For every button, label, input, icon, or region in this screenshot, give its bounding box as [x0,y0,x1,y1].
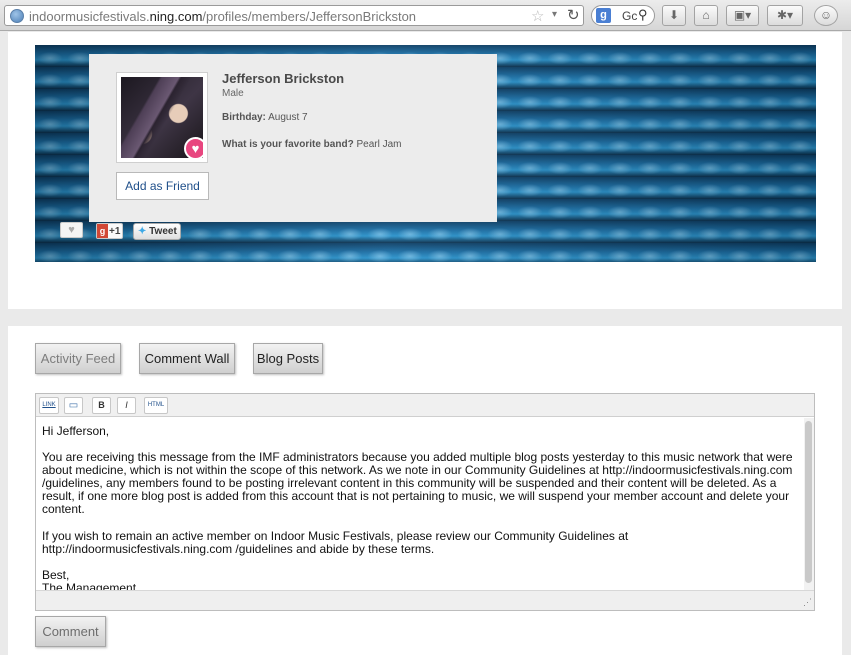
birthday-label: Birthday: [222,112,266,123]
avatar-image: ♥ [121,77,203,158]
tweet-button[interactable]: ✦ Tweet [133,223,181,240]
url-domain: ning.com [149,9,203,24]
link-button[interactable]: LINK [39,397,59,414]
closing-line-2: The Management [42,580,137,590]
globe-icon [10,9,24,23]
url-text[interactable]: indoormusicfestivals.ning.com/profiles/m… [29,9,416,24]
scrollbar[interactable] [804,418,814,590]
download-icon[interactable]: ⬇ [662,5,686,26]
birthday-value: August 7 [268,112,308,123]
profile-favorite-band: What is your favorite band? Pearl Jam [222,139,401,150]
search-input[interactable]: Gc [622,9,637,23]
bold-button[interactable]: B [92,397,111,414]
tweet-label: Tweet [149,226,177,237]
greeting-line: Hi Jefferson, [42,424,110,438]
editor-status-bar: ⋰ [36,590,814,610]
address-bar[interactable]: indoormusicfestivals.ning.com/profiles/m… [4,5,584,26]
message-paragraph-2: If you wish to remain an active member o… [42,528,629,556]
monkey-icon[interactable]: ☺ [814,5,838,26]
question-label: What is your favorite band? [222,139,354,150]
comment-panel: Activity Feed Comment Wall Blog Posts LI… [8,326,842,655]
url-prefix: indoormusicfestivals. [29,9,150,24]
editor-toolbar: LINK ▭ B I HTML [36,394,814,417]
screenshot-icon[interactable]: ▣▾ [726,5,759,26]
resize-grip-icon[interactable]: ⋰ [803,597,812,608]
profile-name: Jefferson Brickston [222,71,345,86]
star-icon[interactable]: ☆ [531,7,544,25]
browser-toolbar: indoormusicfestivals.ning.com/profiles/m… [0,0,851,31]
chevron-down-icon[interactable]: ▾ [552,9,557,20]
scrollbar-thumb[interactable] [805,421,812,583]
profile-birthday: Birthday: August 7 [222,112,308,123]
gplus-button[interactable]: g +1 [96,223,123,239]
like-button[interactable]: ♥ [60,222,83,238]
tab-blog-posts[interactable]: Blog Posts [253,343,323,374]
message-paragraph-1: You are receiving this message from the … [42,450,793,517]
closing-line-1: Best, [42,567,70,582]
comment-textarea[interactable]: Hi Jefferson, You are receiving this mes… [36,418,804,590]
page: ♥ Add as Friend Jefferson Brickston Male… [0,32,851,655]
profile-card: ♥ Add as Friend Jefferson Brickston Male… [89,54,497,222]
home-icon[interactable]: ⌂ [694,5,718,26]
html-button[interactable]: HTML [144,397,168,414]
url-path: /profiles/members/JeffersonBrickston [202,9,417,24]
gplus-label: +1 [109,226,121,237]
heart-icon[interactable]: ♥ [184,137,203,158]
tab-comment-wall[interactable]: Comment Wall [139,343,235,374]
profile-gender: Male [222,88,244,99]
question-value: Pearl Jam [356,139,402,150]
twitter-bird-icon: ✦ [138,226,147,237]
bug-icon[interactable]: ✱▾ [767,5,803,26]
search-engine-icon[interactable]: g [596,8,611,23]
avatar[interactable]: ♥ [116,72,208,163]
gplus-icon: g [97,224,108,238]
comment-submit-button[interactable]: Comment [35,616,106,647]
image-icon[interactable]: ▭ [64,397,83,414]
italic-button[interactable]: I [117,397,136,414]
add-friend-button[interactable]: Add as Friend [116,172,209,200]
profile-panel: ♥ Add as Friend Jefferson Brickston Male… [8,32,842,309]
search-icon[interactable]: ⚲ [638,7,648,23]
reload-icon[interactable]: ↻ [567,6,580,24]
tab-activity-feed[interactable]: Activity Feed [35,343,121,374]
comment-editor: LINK ▭ B I HTML Hi Jefferson, You are re… [35,393,815,611]
search-box[interactable]: g Gc ⚲ [591,5,655,26]
